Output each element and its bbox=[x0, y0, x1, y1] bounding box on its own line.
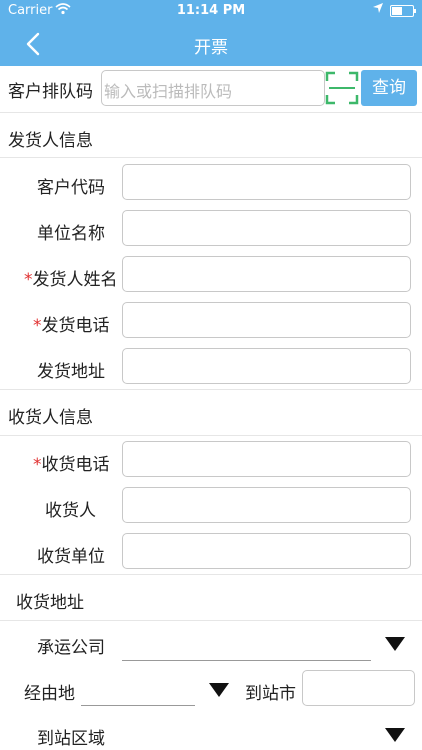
location-arrow-icon bbox=[372, 2, 384, 17]
sender-address-label: 发货地址 bbox=[37, 362, 105, 382]
carrier-dropdown-icon[interactable] bbox=[385, 637, 405, 651]
via-select[interactable] bbox=[81, 705, 195, 706]
receiver-company-input[interactable] bbox=[122, 533, 411, 569]
queue-code-label: 客户排队码 bbox=[8, 82, 93, 102]
destination-city-label: 到站市 bbox=[245, 684, 296, 704]
address-section-title: 收货地址 bbox=[16, 593, 84, 613]
via-dropdown-icon[interactable] bbox=[209, 683, 229, 697]
company-name-input[interactable] bbox=[122, 210, 411, 246]
divider bbox=[0, 620, 422, 621]
sender-section-title: 发货人信息 bbox=[8, 131, 93, 151]
customer-code-label: 客户代码 bbox=[37, 178, 105, 198]
customer-code-input[interactable] bbox=[122, 164, 411, 200]
queue-code-input[interactable]: 输入或扫描排队码 bbox=[101, 70, 325, 106]
status-bar: Carrier 11:14 PM bbox=[0, 0, 422, 22]
receiver-phone-input[interactable] bbox=[122, 441, 411, 477]
destination-area-label: 到站区域 bbox=[37, 729, 105, 749]
carrier-company-select[interactable] bbox=[122, 660, 371, 661]
battery-icon bbox=[390, 5, 416, 17]
receiver-company-label: 收货单位 bbox=[37, 547, 105, 567]
sender-name-input[interactable] bbox=[122, 256, 411, 292]
divider bbox=[0, 435, 422, 436]
sender-address-input[interactable] bbox=[122, 348, 411, 384]
query-button[interactable]: 查询 bbox=[361, 70, 417, 106]
divider bbox=[0, 574, 422, 575]
required-mark: * bbox=[33, 316, 42, 336]
receiver-name-label: 收货人 bbox=[45, 501, 96, 521]
via-label: 经由地 bbox=[24, 684, 75, 704]
destination-city-input[interactable] bbox=[302, 670, 415, 706]
receiver-phone-label: *收货电话 bbox=[33, 455, 110, 475]
nav-bar: 开票 bbox=[0, 22, 422, 66]
sender-phone-input[interactable] bbox=[122, 302, 411, 338]
receiver-section-title: 收货人信息 bbox=[8, 408, 93, 428]
clock: 11:14 PM bbox=[176, 3, 246, 18]
scan-icon[interactable] bbox=[325, 71, 359, 105]
page-title: 开票 bbox=[194, 38, 228, 58]
carrier-company-label: 承运公司 bbox=[37, 638, 105, 658]
divider bbox=[0, 157, 422, 158]
divider bbox=[0, 112, 422, 113]
area-dropdown-icon[interactable] bbox=[385, 728, 405, 742]
required-mark: * bbox=[24, 270, 33, 290]
company-name-label: 单位名称 bbox=[37, 224, 105, 244]
sender-name-label: *发货人姓名 bbox=[24, 270, 118, 290]
receiver-name-input[interactable] bbox=[122, 487, 411, 523]
required-mark: * bbox=[33, 455, 42, 475]
sender-phone-label: *发货电话 bbox=[33, 316, 110, 336]
divider bbox=[0, 389, 422, 390]
